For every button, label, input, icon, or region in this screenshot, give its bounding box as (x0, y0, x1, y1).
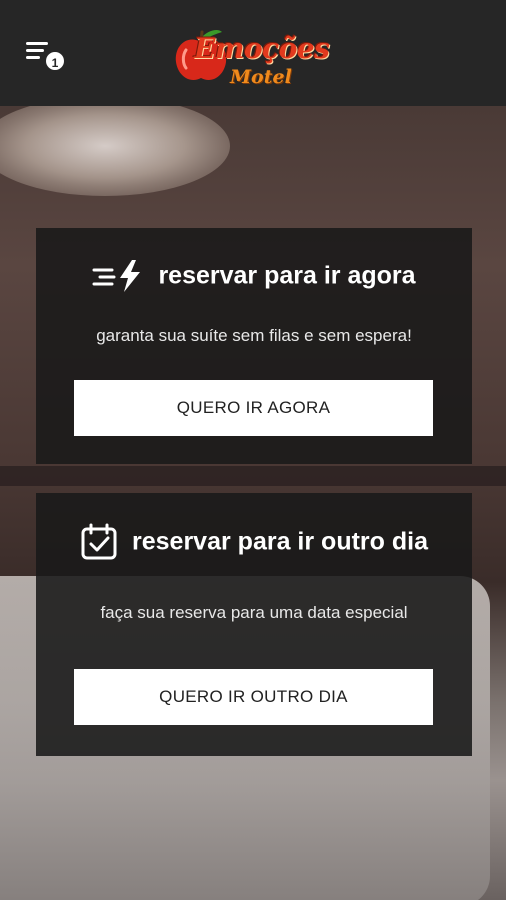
reserve-now-subtitle: garanta sua suíte sem filas e sem espera… (96, 326, 412, 345)
reserve-now-card: reservar para ir agora garanta sua suíte… (36, 228, 472, 464)
reserve-later-title: reservar para ir outro dia (36, 523, 472, 561)
brand-logo: Emoções Motel (172, 14, 336, 94)
quero-ir-agora-button[interactable]: QUERO IR AGORA (74, 380, 433, 436)
top-app-bar: 1 Emoções Motel (0, 0, 506, 106)
logo-text-motel: Motel (230, 66, 292, 88)
menu-icon-line (26, 49, 44, 52)
reserve-now-title-text: reservar para ir agora (158, 261, 416, 290)
ceiling-light-decor (0, 106, 230, 196)
calendar-check-icon (81, 523, 117, 560)
lightning-speed-icon (92, 260, 141, 292)
menu-icon (26, 42, 48, 45)
quero-ir-outro-dia-button[interactable]: QUERO IR OUTRO DIA (74, 669, 433, 725)
menu-icon-line (26, 56, 40, 59)
logo-text-emocoes: Emoções (194, 32, 330, 65)
reserve-later-subtitle: faça sua reserva para uma data especial (100, 603, 408, 622)
notification-badge: 1 (44, 50, 66, 72)
reserve-later-title-text: reservar para ir outro dia (132, 527, 428, 556)
wall-decor (0, 466, 506, 486)
menu-button[interactable]: 1 (22, 38, 70, 74)
reserve-later-card: reservar para ir outro dia faça sua rese… (36, 493, 472, 756)
reserve-now-title: reservar para ir agora (36, 258, 472, 294)
